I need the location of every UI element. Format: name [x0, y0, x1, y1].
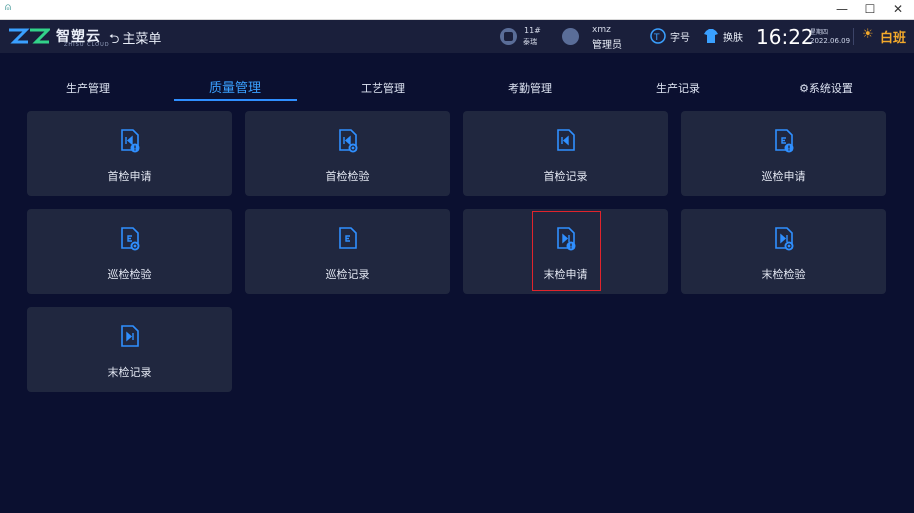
logo-icon — [9, 28, 50, 44]
card-label: 末检记录 — [107, 366, 152, 379]
skin-label: 换肤 — [723, 33, 743, 44]
skin-shirt-icon — [704, 29, 718, 43]
card-label: 巡检记录 — [325, 268, 370, 281]
patrol-inspection-apply-icon — [775, 129, 794, 153]
tab-production-management[interactable]: 生产管理 — [27, 78, 149, 102]
patrol-inspection-check-icon — [121, 227, 140, 251]
card-patrol-inspection-record[interactable]: 巡检记录 — [245, 209, 450, 294]
machine-icon-inner — [504, 32, 513, 41]
close-button[interactable]: ✕ — [884, 0, 912, 19]
tab-bar: 生产管理 质量管理 工艺管理 考勤管理 生产记录 ⚙系统设置 — [0, 78, 914, 104]
user-name: xmz — [592, 25, 611, 35]
card-final-inspection-record[interactable]: 末检记录 — [27, 307, 232, 392]
svg-text:T: T — [653, 33, 660, 43]
card-patrol-inspection-apply[interactable]: 巡检申请 — [681, 111, 886, 196]
clock-weekday: 星期四 — [810, 29, 829, 36]
card-patrol-inspection-check[interactable]: 巡检检验 — [27, 209, 232, 294]
tab-attendance-management[interactable]: 考勤管理 — [469, 78, 591, 102]
clock-date: 2022.06.09 — [810, 37, 851, 45]
card-label: 末检检验 — [761, 268, 806, 281]
card-final-inspection-check[interactable]: 末检检验 — [681, 209, 886, 294]
maximize-button[interactable]: ☐ — [856, 0, 884, 19]
tab-system-settings[interactable]: ⚙系统设置 — [765, 78, 887, 102]
card-label: 首检申请 — [107, 170, 152, 183]
main-menu-button[interactable]: ⮌ 主菜单 — [109, 28, 161, 52]
machine-info[interactable]: 11# 泰瑞 — [500, 20, 550, 53]
active-tab-indicator — [174, 99, 297, 101]
clock-time: 16:22 — [756, 25, 814, 49]
user-role: 管理员 — [592, 40, 622, 51]
font-size-icon: T — [650, 28, 666, 44]
user-info[interactable]: xmz 管理员 — [562, 20, 632, 53]
first-inspection-check-icon — [339, 129, 358, 153]
machine-label: 泰瑞 — [523, 38, 537, 46]
app-icon: ⍝ — [5, 2, 11, 13]
first-inspection-apply-icon — [121, 129, 140, 153]
minimize-button[interactable]: — — [828, 0, 856, 19]
back-arrow-icon: ⮌ — [109, 32, 120, 47]
app-header: 智塑云 ZHISU CLOUD ⮌ 主菜单 11# 泰瑞 xmz 管理员 T 字号… — [0, 20, 914, 53]
tab-process-management[interactable]: 工艺管理 — [322, 78, 444, 102]
logo-subtitle: ZHISU CLOUD — [64, 42, 110, 48]
final-inspection-check-icon — [775, 227, 794, 251]
skin-button[interactable]: 换肤 — [703, 20, 748, 53]
user-avatar-icon — [562, 28, 579, 45]
window-titlebar: ⍝ — ☐ ✕ — [0, 0, 914, 20]
font-size-button[interactable]: T 字号 — [650, 20, 695, 53]
first-inspection-record-icon — [557, 129, 575, 151]
main-menu-label: 主菜单 — [122, 32, 162, 47]
shift-label: 白班 — [880, 31, 907, 46]
selection-highlight-box — [532, 211, 601, 291]
card-label: 首检记录 — [543, 170, 588, 183]
card-label: 首检检验 — [325, 170, 370, 183]
final-inspection-record-icon — [121, 325, 139, 347]
font-size-label: 字号 — [670, 33, 690, 44]
card-label: 巡检检验 — [107, 268, 152, 281]
card-first-inspection-apply[interactable]: 首检申请 — [27, 111, 232, 196]
machine-number: 11# — [524, 26, 541, 35]
tab-production-record[interactable]: 生产记录 — [617, 78, 739, 102]
sun-icon: ☀ — [862, 27, 874, 42]
card-first-inspection-record[interactable]: 首检记录 — [463, 111, 668, 196]
patrol-inspection-record-icon — [339, 227, 357, 249]
header-divider — [853, 28, 854, 45]
card-first-inspection-check[interactable]: 首检检验 — [245, 111, 450, 196]
card-label: 巡检申请 — [761, 170, 806, 183]
